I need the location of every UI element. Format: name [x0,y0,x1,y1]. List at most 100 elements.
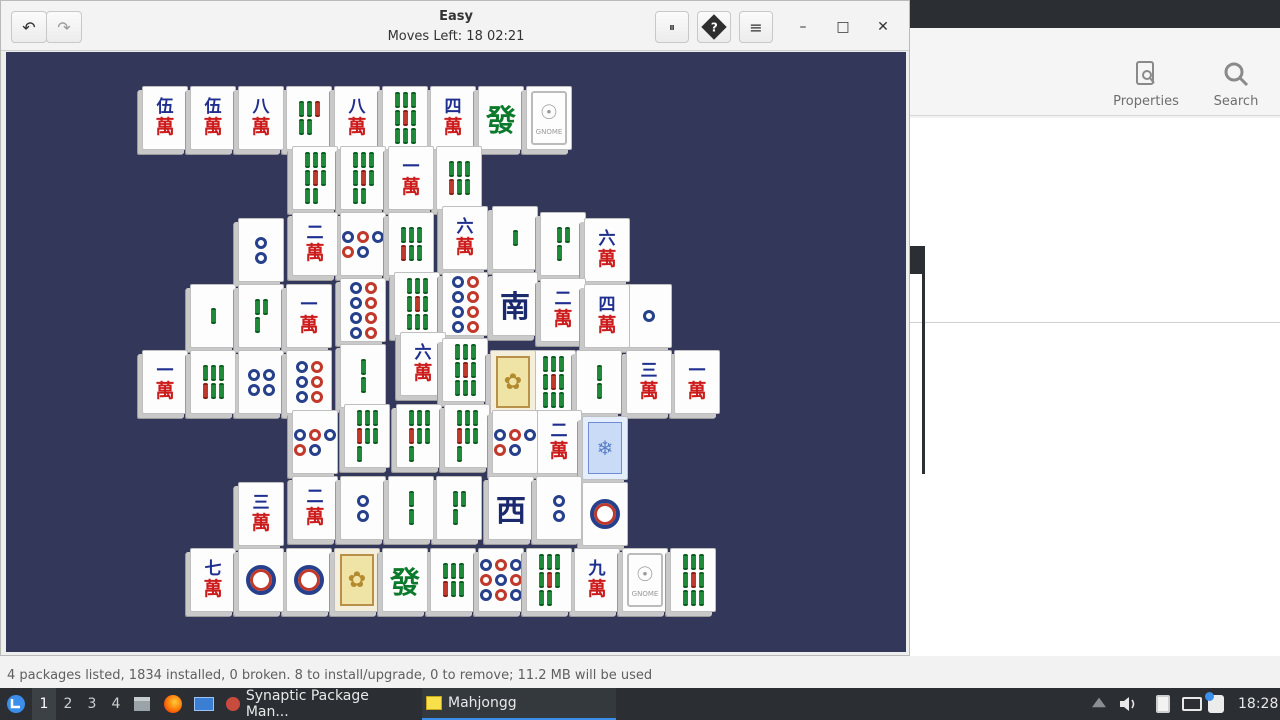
circle-tile[interactable] [442,272,488,336]
character-tile[interactable]: 二萬 [292,212,338,276]
character-tile[interactable]: 六萬 [584,218,630,282]
bamboo-tile[interactable] [394,272,440,336]
workspace-4[interactable]: 4 [104,688,128,720]
character-tile[interactable]: 一萬 [388,146,434,210]
dot-group [255,236,267,264]
one-circle-tile[interactable] [286,548,332,612]
honor-tile[interactable]: 發 [382,548,428,612]
circle-tile[interactable] [238,350,284,414]
character-tile[interactable]: 一萬 [142,350,188,414]
pause-button[interactable]: ⏸ [655,11,689,43]
character-tile[interactable]: 六萬 [400,332,446,396]
circle-tile[interactable] [340,212,386,276]
character-tile[interactable]: 四萬 [584,284,630,348]
properties-button[interactable]: Properties [1106,60,1186,109]
minimize-button[interactable]: – [791,15,815,39]
bamboo-tile[interactable] [430,548,476,612]
bamboo-tile[interactable] [540,212,586,276]
bamboo-tile[interactable] [396,404,442,468]
bamboo-tile[interactable] [492,206,538,270]
honor-tile[interactable]: 發 [478,86,524,150]
character-tile[interactable]: 七萬 [190,548,236,612]
menu-button[interactable]: ≡ [739,11,773,43]
tray-up-arrow[interactable] [1092,688,1106,720]
character-tile[interactable]: 九萬 [574,548,620,612]
bamboo-tile[interactable] [238,284,284,348]
one-circle-tile[interactable] [238,548,284,612]
workspace-3[interactable]: 3 [80,688,104,720]
character-tile[interactable]: 六萬 [442,206,488,270]
bamboo-tile[interactable] [442,338,488,402]
firefox-launcher[interactable] [164,688,188,720]
bamboo-tile[interactable] [526,548,572,612]
clipboard-tray[interactable] [1156,688,1170,720]
flower-tile[interactable]: ✿ [490,350,536,414]
bamboo-group [542,356,564,408]
honor-tile[interactable]: 南 [492,272,538,336]
character-tile[interactable]: 二萬 [292,476,338,540]
bamboo-tile[interactable] [340,344,386,408]
character-tile[interactable]: 一萬 [286,284,332,348]
update-tray[interactable] [1205,688,1224,720]
bamboo-tile[interactable] [190,284,236,348]
circle-tile[interactable] [492,410,538,474]
bamboo-tile[interactable] [286,86,332,150]
circle-tile[interactable] [626,284,672,348]
circle-tile[interactable] [478,548,524,612]
character-tile[interactable]: 八萬 [238,86,284,150]
task-synaptic[interactable]: Synaptic Package Man... [222,688,414,720]
game-board[interactable]: 伍萬伍萬八萬八萬四萬發 ☉ GNOME 一萬二萬六萬六萬一萬南二萬四萬一萬六萬 ✿ 三萬一… [6,52,906,652]
bamboo-tile[interactable] [388,212,434,276]
bamboo-tile[interactable] [190,350,236,414]
character-tile[interactable]: 三萬 [626,350,672,414]
one-circle-tile[interactable] [582,482,628,546]
close-button[interactable]: ✕ [871,15,895,39]
character-tile[interactable]: 伍萬 [190,86,236,150]
character-tile[interactable]: 二萬 [536,410,582,474]
bamboo-tile[interactable] [436,146,482,210]
character-tile[interactable]: 八萬 [334,86,380,150]
bamboo-tile[interactable] [576,350,622,414]
bamboo-tile[interactable] [340,146,386,210]
circle-tile[interactable] [286,350,332,414]
hint-button[interactable]: ? [697,11,731,43]
maximize-button[interactable]: □ [831,15,855,39]
search-button[interactable]: Search [1196,60,1276,109]
bamboo-tile[interactable] [444,404,490,468]
redo-button[interactable]: ↷ [46,11,82,43]
undo-button[interactable]: ↶ [11,11,47,43]
honor-tile[interactable]: 西 [488,476,534,540]
circle-tile[interactable] [340,278,386,342]
flower-tile[interactable]: ✿ [334,548,380,612]
bamboo-tile[interactable] [292,146,338,210]
pane-divider[interactable] [910,322,1280,323]
file-manager-launcher[interactable] [134,688,156,720]
network-tray[interactable] [1182,688,1202,720]
volume-control[interactable] [1118,688,1138,720]
circle-tile[interactable] [292,410,338,474]
circle-tile[interactable] [536,476,582,540]
task-mahjongg[interactable]: Mahjongg [422,688,616,720]
gnome-tile[interactable]: ☉ GNOME [622,548,668,612]
gnome-foot-icon: ☉ GNOME [531,91,567,145]
workspace-2[interactable]: 2 [56,688,80,720]
bamboo-tile[interactable] [436,476,482,540]
bamboo-tile[interactable] [344,404,390,468]
bamboo-tile[interactable] [670,548,716,612]
character-tile[interactable]: 四萬 [430,86,476,150]
season-tile[interactable]: ❄ [582,416,628,480]
clock[interactable]: 18:28 [1238,688,1278,720]
character-tile[interactable]: 一萬 [674,350,720,414]
character-tile[interactable]: 二萬 [540,278,586,342]
bamboo-tile[interactable] [388,476,434,540]
character-tile[interactable]: 伍萬 [142,86,188,150]
workspace-1[interactable]: 1 [32,688,56,720]
desktop-launcher[interactable] [194,688,220,720]
gnome-tile[interactable]: ☉ GNOME [526,86,572,150]
bamboo-tile[interactable] [382,86,428,150]
circle-tile[interactable] [340,476,386,540]
character-tile[interactable]: 三萬 [238,482,284,546]
circle-tile[interactable] [238,218,284,282]
start-menu-button[interactable] [4,688,28,720]
bamboo-tile[interactable] [530,350,576,414]
